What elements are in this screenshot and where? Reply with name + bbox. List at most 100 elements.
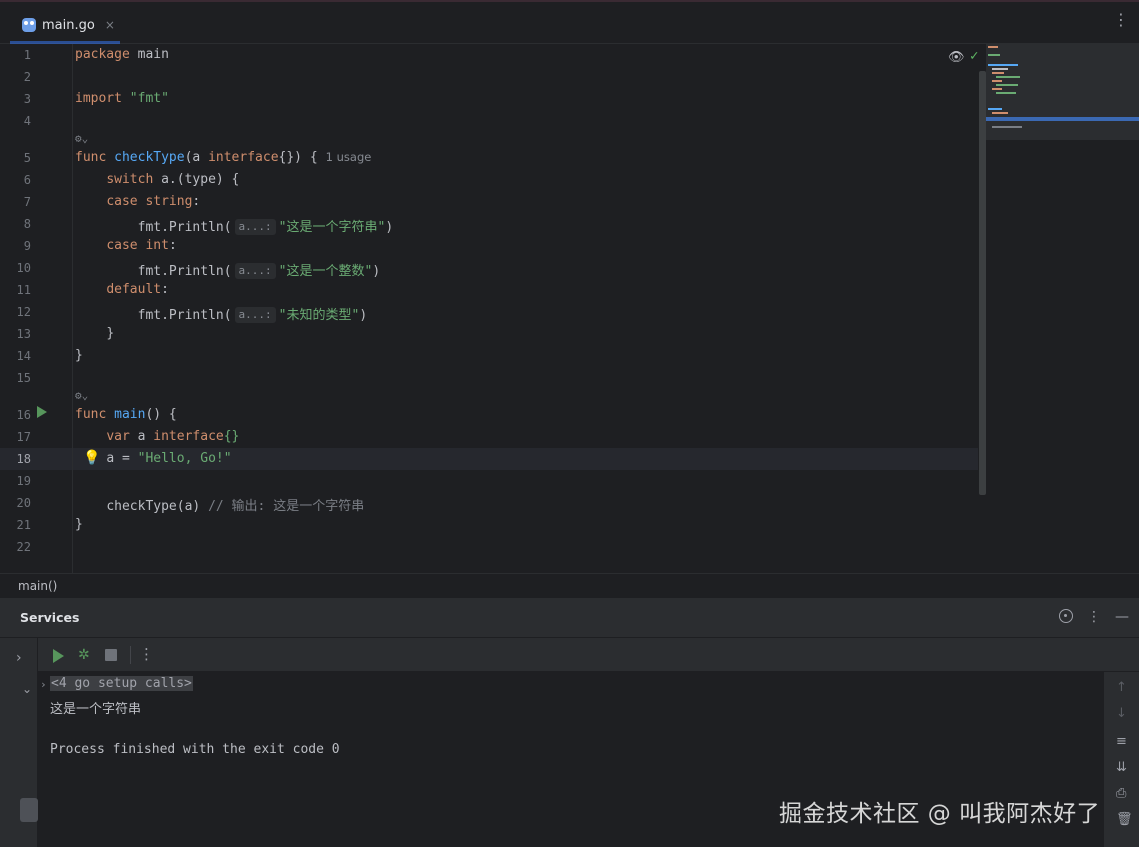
code-line: a = "Hello, Go!"	[75, 451, 232, 466]
window-top-border	[0, 0, 1139, 2]
gutter-divider	[72, 44, 73, 573]
ai-assistant-icon[interactable]: ⚙⌄	[75, 132, 88, 145]
code-line: fmt.Println(a...: "这是一个字符串")	[75, 216, 393, 235]
type-name: string	[137, 194, 193, 209]
code-text: fmt.Println(	[137, 220, 232, 235]
code-text: )	[385, 220, 394, 235]
string-literal: "这是一个字符串"	[278, 220, 386, 235]
arrow-down-icon[interactable]: ↓	[1116, 706, 1127, 721]
code-line: }	[75, 517, 83, 532]
trash-icon[interactable]: 🗑	[1116, 812, 1133, 827]
line-number: 19	[16, 474, 31, 488]
editor-tab-bar: main.go × ⋮	[0, 0, 1139, 44]
rerun-icon[interactable]	[53, 649, 64, 663]
code-text: :	[161, 282, 169, 297]
code-text: }	[75, 517, 83, 532]
tab-main-go[interactable]: main.go ×	[10, 6, 120, 44]
code-text: :	[192, 194, 201, 209]
stop-icon[interactable]	[105, 649, 117, 661]
code-editor[interactable]: 1 2 3 4 5 6 7 8 9 10 11 12 13 14 15 16 1…	[0, 44, 1139, 573]
line-number: 21	[16, 518, 31, 532]
line-number: 10	[16, 261, 31, 275]
code-text: checkType(a)	[106, 499, 209, 514]
minimize-icon[interactable]: —	[1115, 609, 1129, 625]
line-number: 3	[23, 92, 31, 106]
code-line: }	[75, 348, 83, 363]
code-text: (a	[184, 150, 209, 165]
keyword: func	[75, 407, 107, 422]
soft-wrap-icon[interactable]: ≡	[1116, 734, 1127, 749]
line-number: 12	[16, 305, 31, 319]
panel-title: Services	[20, 610, 80, 625]
code-line: switch a.(type) {	[75, 172, 239, 187]
code-line: checkType(a) // 输出: 这是一个字符串	[75, 495, 364, 514]
line-number: 4	[23, 114, 31, 128]
function-name: main	[106, 407, 146, 422]
code-line: fmt.Println(a...: "这是一个整数")	[75, 260, 380, 279]
string-literal: "未知的类型"	[278, 308, 360, 323]
more-options-icon[interactable]: ⋮	[1087, 609, 1101, 625]
chevron-down-icon[interactable]: ⌄	[22, 682, 32, 696]
inspection-ok-icon[interactable]: ✓	[970, 48, 978, 64]
line-number: 20	[16, 496, 31, 510]
console-line: <4 go setup calls>	[50, 676, 193, 691]
locate-icon[interactable]	[1059, 609, 1073, 623]
code-line: case int:	[75, 238, 176, 253]
code-line: func checkType(a interface{}) {1 usage	[75, 150, 371, 165]
code-line: package main	[75, 47, 169, 62]
type-name: int	[137, 238, 169, 253]
keyword: case	[106, 194, 138, 209]
scroll-to-end-icon[interactable]: ⇊	[1116, 760, 1127, 775]
line-number: 7	[23, 195, 31, 209]
line-number: 9	[23, 239, 31, 253]
more-options-icon[interactable]: ⋮	[1113, 12, 1129, 28]
console-side-toolbar: ↑ ↓ ≡ ⇊ ⎙ 🗑	[1104, 672, 1139, 847]
keyword: interface	[153, 429, 224, 444]
code-line: case string:	[75, 194, 200, 209]
param-hint: a...:	[234, 219, 276, 235]
debug-icon[interactable]: ✲	[78, 647, 90, 663]
console-line: 这是一个字符串	[50, 702, 142, 717]
breadcrumb[interactable]: main()	[0, 573, 1139, 598]
close-icon[interactable]: ×	[105, 18, 115, 32]
tree-scrollbar[interactable]	[20, 798, 38, 822]
ai-assistant-icon[interactable]: ⚙⌄	[75, 389, 88, 402]
string-literal: "fmt"	[121, 91, 169, 106]
code-text: fmt.Println(	[137, 308, 232, 323]
keyword: default	[106, 282, 162, 297]
chevron-right-icon[interactable]: ›	[16, 650, 22, 666]
code-text: )	[372, 264, 381, 279]
line-number: 15	[16, 371, 31, 385]
usage-hint[interactable]: 1 usage	[326, 150, 372, 164]
code-minimap[interactable]	[986, 44, 1139, 140]
run-toolbar: ✲ ⋮	[38, 638, 1139, 672]
toolbar-divider	[130, 646, 131, 664]
panel-header-actions: ⋮ —	[1059, 609, 1129, 625]
identifier: main	[129, 47, 169, 62]
line-number: 22	[16, 540, 31, 554]
line-number: 8	[23, 217, 31, 231]
line-number: 14	[16, 349, 31, 363]
reader-mode-icon[interactable]: 👁	[948, 50, 965, 65]
code-text: {}) {	[278, 150, 318, 165]
arrow-up-icon[interactable]: ↑	[1116, 680, 1127, 695]
services-tree: › ⌄	[0, 638, 38, 847]
fold-icon[interactable]: ›	[40, 678, 47, 691]
code-line: default:	[75, 282, 169, 297]
code-text: }	[75, 348, 83, 363]
identifier: a	[129, 429, 154, 444]
code-text: )	[359, 308, 368, 323]
more-options-icon[interactable]: ⋮	[139, 645, 154, 663]
go-gopher-icon	[22, 18, 36, 32]
print-icon[interactable]: ⎙	[1116, 786, 1126, 801]
string-literal: "Hello, Go!"	[137, 451, 232, 466]
run-gutter-icon[interactable]	[37, 406, 47, 418]
services-header: Services ⋮ —	[0, 598, 1139, 638]
keyword: func	[75, 150, 107, 165]
line-number: 2	[23, 70, 31, 84]
line-number: 5	[23, 151, 31, 165]
line-number: 16	[16, 408, 31, 422]
line-number: 17	[16, 430, 31, 444]
editor-scrollbar[interactable]	[979, 71, 986, 495]
setup-calls-folded[interactable]: <4 go setup calls>	[50, 676, 193, 691]
